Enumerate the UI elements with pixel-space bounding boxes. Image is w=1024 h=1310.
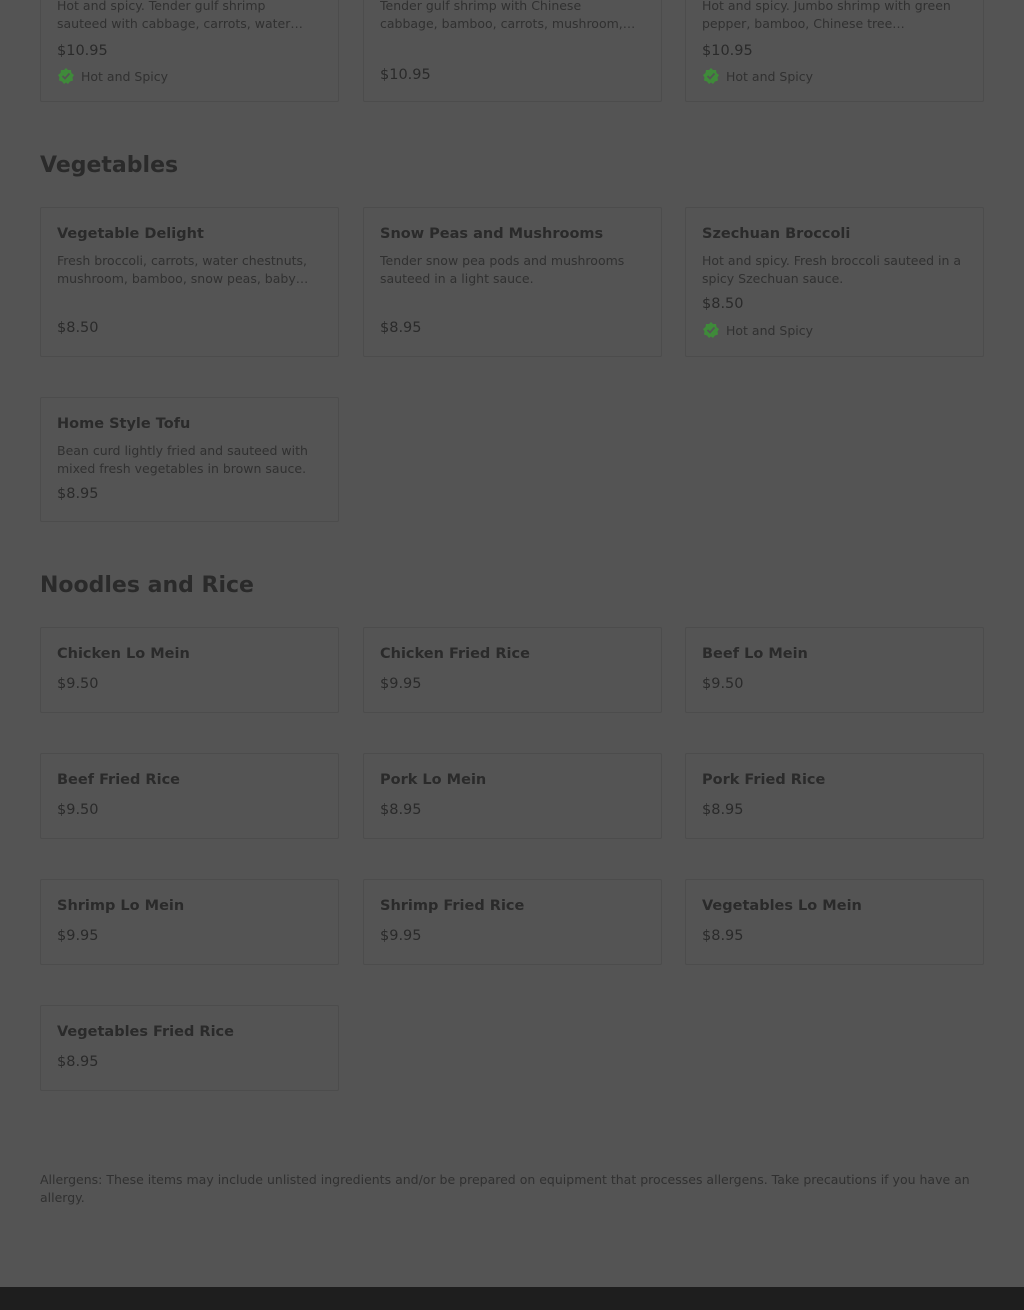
menu-item-description: Fresh broccoli, carrots, water chestnuts… (57, 253, 308, 286)
menu-item-name: Beef Lo Mein (702, 646, 808, 662)
menu-page: Hot and spicy. Tender gulf shrimp sautee… (0, 0, 1024, 1287)
menu-item-price: $8.50 (702, 296, 744, 312)
menu-item-price: $10.95 (380, 67, 431, 83)
menu-item-card[interactable]: Vegetable Delight Fresh broccoli, carrot… (40, 207, 339, 357)
menu-item-price: $8.95 (57, 1054, 99, 1070)
footer-bar (0, 1287, 1024, 1310)
menu-item-price: $9.95 (57, 928, 99, 944)
menu-item-price: $9.50 (57, 676, 99, 692)
menu-item-name: Snow Peas and Mushrooms (380, 226, 604, 242)
menu-item-name: Beef Fried Rice (57, 772, 181, 788)
section-title-vegetables: Vegetables (40, 153, 179, 178)
menu-item-price: $9.50 (57, 802, 99, 818)
menu-item-name: Pork Lo Mein (380, 772, 487, 788)
menu-item-card[interactable]: Pork Lo Mein $8.95 (363, 753, 662, 839)
menu-item-name: Shrimp Lo Mein (57, 898, 185, 914)
menu-item-card[interactable]: Pork Fried Rice $8.95 (685, 753, 984, 839)
menu-item-name: Vegetable Delight (57, 226, 204, 242)
tag-label: Hot and Spicy (726, 68, 814, 84)
menu-item-price: $9.95 (380, 928, 422, 944)
menu-item-name: Szechuan Broccoli (702, 226, 851, 242)
menu-item-card[interactable]: Vegetables Lo Mein $8.95 (685, 879, 984, 965)
menu-item-price: $8.95 (57, 486, 99, 502)
menu-item-card[interactable]: Shrimp Fried Rice $9.95 (363, 879, 662, 965)
menu-item-card[interactable]: Beef Lo Mein $9.50 (685, 627, 984, 713)
menu-item-card[interactable]: Home Style Tofu Bean curd lightly fried … (40, 397, 339, 522)
menu-item-name: Vegetables Lo Mein (702, 898, 862, 914)
menu-item-card[interactable]: Vegetables Fried Rice $8.95 (40, 1005, 339, 1091)
menu-item-card[interactable]: Snow Peas and Mushrooms Tender snow pea … (363, 207, 662, 357)
menu-item-card[interactable]: Szechuan Broccoli Hot and spicy. Fresh b… (685, 207, 984, 357)
check-badge-icon (702, 67, 720, 85)
menu-item-card[interactable]: Hot and spicy. Tender gulf shrimp sautee… (40, 0, 339, 102)
section-title-noodles-and-rice: Noodles and Rice (40, 573, 254, 598)
menu-item-card[interactable]: Shrimp Lo Mein $9.95 (40, 879, 339, 965)
menu-item-name: Vegetables Fried Rice (57, 1024, 234, 1040)
tag-label: Hot and Spicy (726, 322, 814, 338)
menu-item-price: $9.95 (380, 676, 422, 692)
menu-item-card[interactable]: Chicken Lo Mein $9.50 (40, 627, 339, 713)
menu-item-card[interactable]: Tender gulf shrimp with Chinese cabbage,… (363, 0, 662, 102)
menu-item-name: Shrimp Fried Rice (380, 898, 525, 914)
allergen-note: Allergens: These items may include unlis… (40, 1172, 970, 1205)
menu-item-description: Hot and spicy. Tender gulf shrimp sautee… (57, 0, 291, 31)
hot-and-spicy-tag: Hot and Spicy (702, 321, 813, 339)
menu-item-description: Tender gulf shrimp with Chinese cabbage,… (380, 0, 623, 31)
menu-item-name: Chicken Lo Mein (57, 646, 190, 662)
menu-item-price: $8.95 (380, 320, 422, 336)
menu-item-description: Hot and spicy. Jumbo shrimp with green p… (702, 0, 951, 31)
menu-item-price: $8.95 (702, 802, 744, 818)
menu-item-description: Tender snow pea pods and mushrooms saute… (380, 253, 625, 286)
menu-item-description: Hot and spicy. Fresh broccoli sauteed in… (702, 253, 962, 286)
hot-and-spicy-tag: Hot and Spicy (702, 67, 813, 85)
tag-label: Hot and Spicy (81, 68, 169, 84)
menu-item-card[interactable]: Hot and spicy. Jumbo shrimp with green p… (685, 0, 984, 102)
menu-item-price: $9.50 (702, 676, 744, 692)
check-badge-icon (57, 67, 75, 85)
menu-item-price: $10.95 (57, 43, 108, 59)
menu-item-price: $8.95 (702, 928, 744, 944)
menu-item-name: Home Style Tofu (57, 416, 191, 432)
menu-item-name: Chicken Fried Rice (380, 646, 530, 662)
menu-item-card[interactable]: Beef Fried Rice $9.50 (40, 753, 339, 839)
check-badge-icon (702, 321, 720, 339)
menu-item-card[interactable]: Chicken Fried Rice $9.95 (363, 627, 662, 713)
menu-item-price: $8.95 (380, 802, 422, 818)
hot-and-spicy-tag: Hot and Spicy (57, 67, 168, 85)
menu-item-price: $10.95 (702, 43, 753, 59)
menu-item-description: Bean curd lightly fried and sauteed with… (57, 443, 308, 476)
menu-item-name: Pork Fried Rice (702, 772, 826, 788)
menu-item-price: $8.50 (57, 320, 99, 336)
